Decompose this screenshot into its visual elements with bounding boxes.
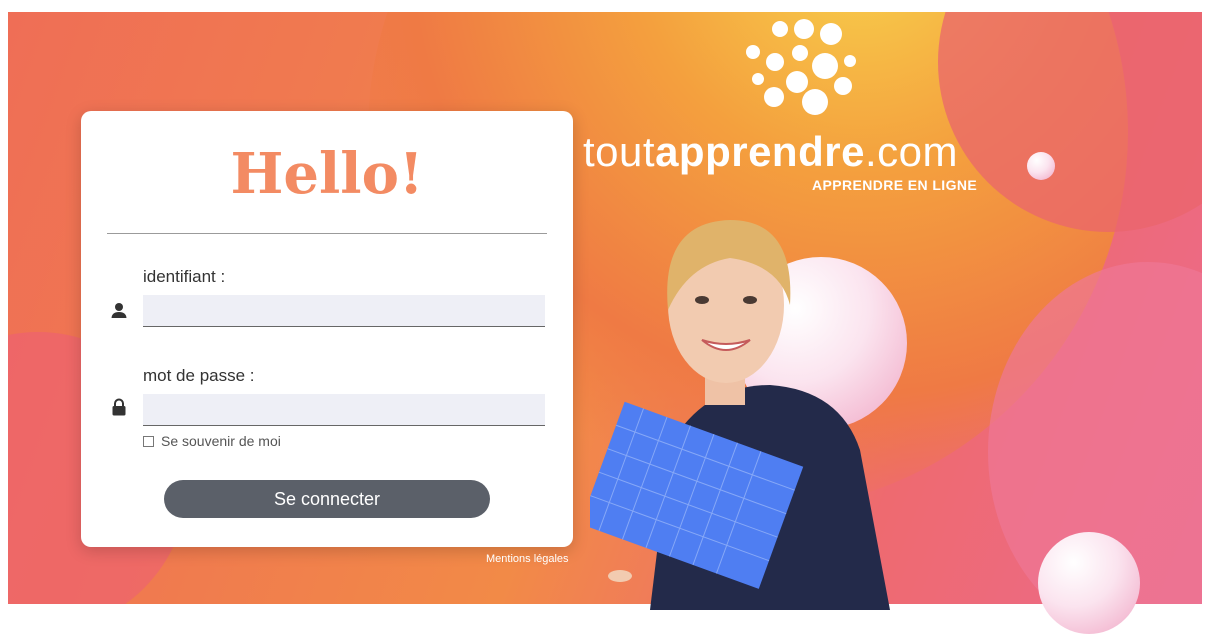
decorative-sphere <box>1038 532 1140 634</box>
password-input[interactable] <box>143 394 545 426</box>
brand-name-bold: apprendre <box>655 128 865 175</box>
legal-mentions-link[interactable]: Mentions légales <box>486 553 569 565</box>
remember-me[interactable]: Se souvenir de moi <box>143 433 281 449</box>
password-label: mot de passe : <box>143 366 255 385</box>
username-input[interactable] <box>143 295 545 327</box>
username-label: identifiant : <box>143 267 226 286</box>
lock-icon <box>112 398 126 416</box>
divider <box>107 233 547 234</box>
brand-tagline: APPRENDRE EN LIGNE <box>812 177 978 193</box>
login-button[interactable]: Se connecter <box>164 480 490 518</box>
remember-checkbox[interactable] <box>143 435 154 447</box>
user-icon <box>111 303 127 318</box>
login-title: Hello! <box>230 141 424 207</box>
brand-logo-text: toutapprendre.com <box>583 128 958 176</box>
smiling-woman-illustration <box>590 220 890 610</box>
brand-name-start: tout <box>583 128 656 175</box>
brand-name-end: .com <box>864 128 958 175</box>
remember-label[interactable]: Se souvenir de moi <box>161 433 281 449</box>
logo-dots-icon <box>738 15 868 115</box>
decorative-sphere <box>1027 152 1055 180</box>
login-card: Hello! identifiant : mot de passe : Se s… <box>81 111 573 547</box>
